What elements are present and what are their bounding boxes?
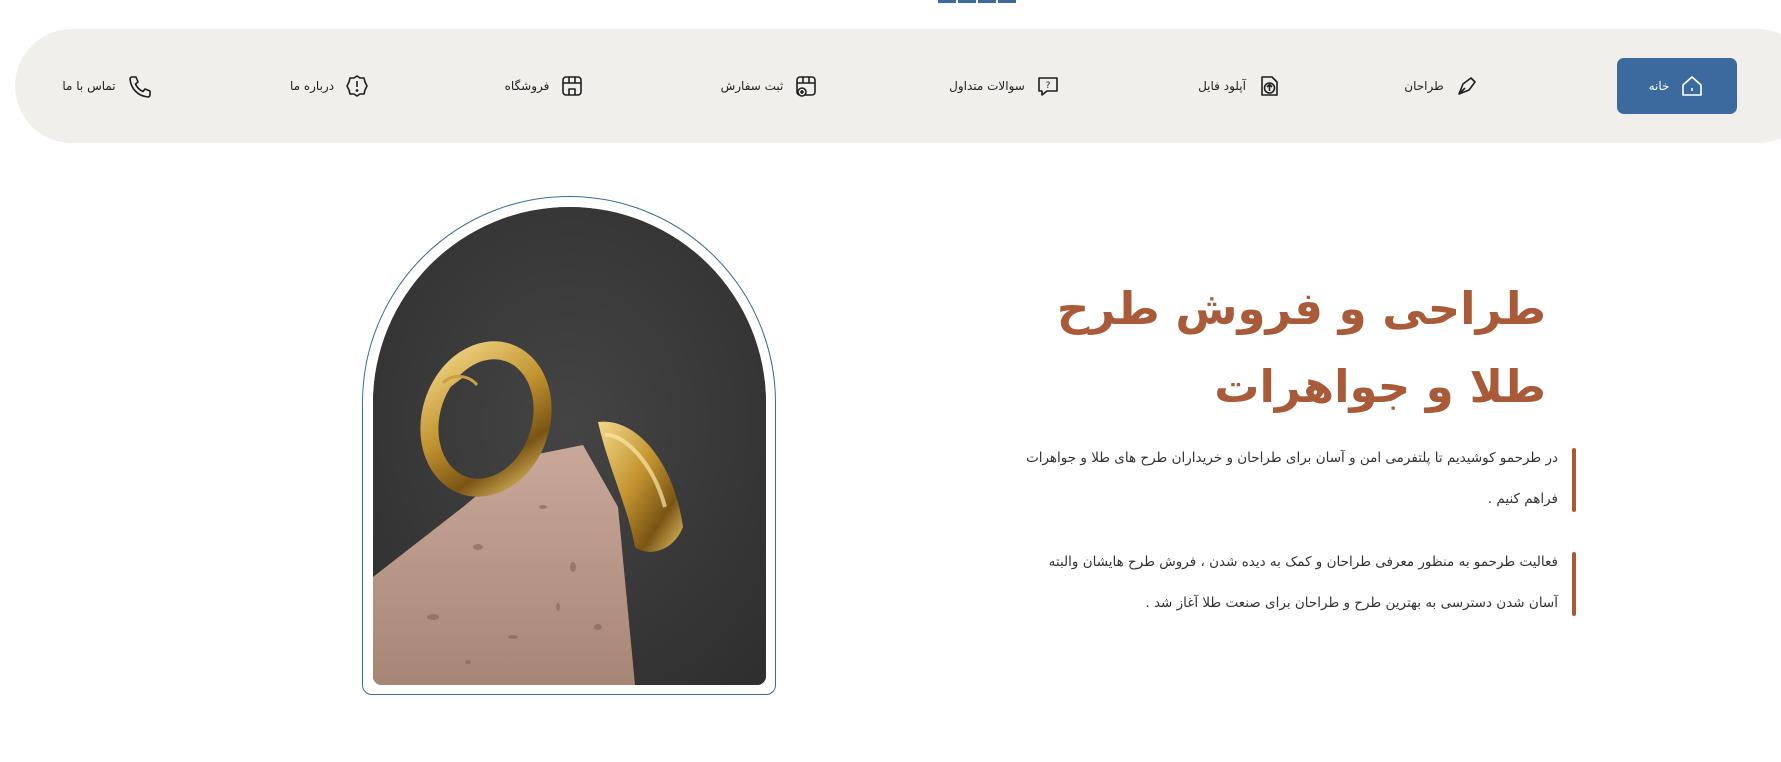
nav-label-designers: طراحان (1404, 79, 1444, 93)
paragraph-accent-bar (1572, 448, 1576, 512)
hero-paragraph-1-text: در طرحمو کوشیدیم تا پلتفرمی امن و آسان ب… (1026, 450, 1558, 507)
nav-label-about: درباره ما (289, 79, 335, 93)
pen-tool-icon (1457, 77, 1476, 95)
hero-title: طراحی و فروش طرح طلا و جواهرات (986, 270, 1546, 426)
question-chat-icon: ? (1038, 77, 1058, 96)
nav-label-faq: سوالات متداول (949, 79, 1025, 93)
nav-item-about[interactable]: درباره ما (275, 58, 385, 114)
phone-icon (128, 76, 151, 98)
upload-icon (1261, 76, 1278, 96)
nav-label-order: ثبت سفارش (720, 79, 784, 93)
nav-item-designers[interactable]: طراحان (1392, 58, 1492, 114)
hero-title-line1: طراحی و فروش طرح (1056, 282, 1546, 335)
nav-item-upload[interactable]: آپلود فایل (1180, 58, 1300, 114)
nav-label-home: خانه (1648, 79, 1670, 93)
hero-paragraph-1: در طرحمو کوشیدیم تا پلتفرمی امن و آسان ب… (1016, 448, 1576, 512)
nav-item-home[interactable]: خانه (1617, 58, 1737, 114)
nav-label-shop: فروشگاه (504, 79, 550, 93)
paragraph-accent-bar (1572, 552, 1576, 616)
hero-image (373, 207, 766, 685)
info-badge-icon (346, 75, 368, 97)
hero-paragraph-2: فعالیت طرحمو به منظور معرفی طراحان و کمک… (1016, 552, 1576, 616)
shop-icon (562, 76, 583, 96)
top-decor (938, 0, 1016, 3)
nav-item-shop[interactable]: فروشگاه (495, 58, 595, 114)
nav-label-contact: تماس با ما (62, 79, 116, 93)
hero-title-line2: طلا و جواهرات (1214, 360, 1546, 413)
nav-label-upload: آپلود فایل (1198, 79, 1246, 93)
svg-text:?: ? (1045, 81, 1050, 91)
hero-paragraph-2-text: فعالیت طرحمو به منظور معرفی طراحان و کمک… (1048, 554, 1558, 611)
order-add-icon (796, 76, 817, 97)
nav-item-contact[interactable]: تماس با ما (52, 58, 162, 114)
nav-item-faq[interactable]: ? سوالات متداول (935, 58, 1075, 114)
home-icon (1682, 76, 1703, 96)
nav-item-order[interactable]: ثبت سفارش (710, 58, 830, 114)
